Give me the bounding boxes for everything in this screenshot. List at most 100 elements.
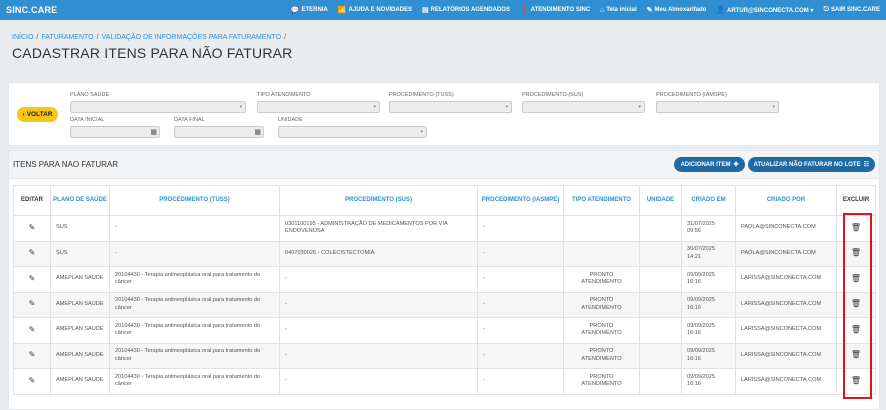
trash-icon[interactable]: 🗑 <box>851 274 861 283</box>
topnav-item-4[interactable]: ⌂ Tela inicial <box>600 7 636 14</box>
cell-tipo: PRONTO ATENDIMENTO <box>563 266 640 293</box>
tipo-atendimento-select[interactable]: ▾ <box>257 101 380 113</box>
cell-criado-por: LARISSA@SINCONECTA.COM <box>735 368 837 395</box>
topnav-item-6[interactable]: 👤 ARTUR@SINCONECTA.COM ▾ <box>716 6 813 14</box>
table-row: ✎ SUS -0301100195 - ADMINISTRAÇÃO DE MEDIC… <box>13 215 876 242</box>
add-item-label: ADICIONAR ITEM <box>680 161 731 168</box>
plano-saude-select[interactable]: ▾ <box>70 101 246 113</box>
cell-criado-por: LARISSA@SINCONECTA.COM <box>735 317 837 344</box>
edit-icon: ✎ <box>646 7 653 14</box>
topnav-item-3[interactable]: ❓ ATENDIMENTO SINC <box>520 6 590 14</box>
col-criado-em[interactable]: CRIADO EM <box>681 185 736 216</box>
data-final-label: DATA FINAL <box>174 117 205 123</box>
topnav-label: ETERNIA <box>301 7 328 13</box>
data-final-input[interactable]: ▦ <box>174 126 264 138</box>
trash-icon[interactable]: 🗑 <box>851 325 861 334</box>
cell-tipo <box>563 215 640 242</box>
topnav-item-7[interactable]: ⎋ SAIR SINC.CARE <box>823 6 880 14</box>
topnav-item-1[interactable]: 📶 AJUDA E NOVIDADES <box>338 6 412 14</box>
cell-tuss: 20104430 - Terapia antineoplásica oral p… <box>109 368 280 395</box>
pencil-icon[interactable]: ✎ <box>29 376 36 385</box>
trash-icon[interactable]: 🗑 <box>851 299 861 308</box>
top-navigation: 💬 ETERNIA 📶 AJUDA E NOVIDADES ▤ RELATÓRIOS AG… <box>291 6 880 14</box>
col-tuss[interactable]: PROCEDIMENTO (TUSS) <box>109 185 280 216</box>
cell-iamspe: - <box>477 368 564 395</box>
trash-icon[interactable]: 🗑 <box>851 223 861 232</box>
delete-cell: 🗑 <box>836 342 876 369</box>
chevron-left-icon: ‹ <box>22 111 25 118</box>
data-inicial-input[interactable]: ▦ <box>70 126 160 138</box>
pencil-icon[interactable]: ✎ <box>29 274 36 283</box>
items-panel-header: ITENS PARA NAO FATURAR ADICIONAR ITEM ✚ A… <box>9 151 879 179</box>
user-icon: 👤 <box>716 7 726 14</box>
topnav-item-5[interactable]: ✎ Meu Almoxarifado <box>647 6 707 14</box>
voltar-button[interactable]: ‹ VOLTAR <box>17 107 58 122</box>
col-iamspe[interactable]: PROCEDIMENTO (IASMPE) <box>477 185 564 216</box>
topnav-item-0[interactable]: 💬 ETERNIA <box>291 6 328 14</box>
data-inicial-label: DATA INICIAL <box>70 117 105 123</box>
cell-iamspe: - <box>477 317 564 344</box>
edit-cell: ✎ <box>13 317 51 344</box>
cell-tipo <box>563 240 640 267</box>
update-batch-label: ATUALIZAR NÃO FATURAR NO LOTE <box>753 161 861 168</box>
pencil-icon[interactable]: ✎ <box>29 223 36 232</box>
add-item-button[interactable]: ADICIONAR ITEM ✚ <box>674 157 745 172</box>
cell-iamspe: - <box>477 342 564 369</box>
cell-criado-em: 09/09/2025 16:16 <box>681 291 736 318</box>
tipo-atendimento-label: TIPO ATENDIMENTO <box>257 92 311 98</box>
col-tipo[interactable]: TIPO ATENDIMENTO <box>563 185 640 216</box>
cell-unidade <box>639 240 682 267</box>
topnav-item-2[interactable]: ▤ RELATÓRIOS AGENDADOS <box>422 6 510 14</box>
cell-plano: AMEPLAN SAUDE <box>50 342 110 369</box>
proc-sus-select[interactable]: ▾ <box>522 101 645 113</box>
pencil-icon[interactable]: ✎ <box>29 350 36 359</box>
pencil-icon[interactable]: ✎ <box>29 325 36 334</box>
update-batch-button[interactable]: ATUALIZAR NÃO FATURAR NO LOTE ☷ <box>747 157 875 172</box>
unidade-select[interactable]: ▾ <box>278 126 427 138</box>
col-editar: EDITAR <box>13 185 51 216</box>
table-row: ✎ AMEPLAN SAUDE 20104430 - Terapia antineo… <box>13 368 876 395</box>
topnav-label: ATENDIMENTO SINC <box>530 7 591 13</box>
cell-tuss: - <box>109 240 280 267</box>
trash-icon[interactable]: 🗑 <box>851 376 861 385</box>
topnav-label: Tela inicial <box>606 7 637 13</box>
col-unidade[interactable]: UNIDADE <box>639 185 682 216</box>
cell-iamspe: - <box>477 266 564 293</box>
pencil-icon[interactable]: ✎ <box>29 248 36 257</box>
rss-icon: 📶 <box>337 7 347 14</box>
page-header: INÍCIO / FATURAMENTO / VALIDAÇÃO DE INFORM… <box>0 20 886 61</box>
items-panel-title: ITENS PARA NAO FATURAR <box>13 160 119 169</box>
proc-iamspe-label: PROCEDIMENTO (IAMSPE) <box>656 92 727 98</box>
brand-logo[interactable]: SINC.CARE <box>6 5 57 15</box>
delete-cell: 🗑 <box>836 317 876 344</box>
edit-cell: ✎ <box>13 215 51 242</box>
trash-icon[interactable]: 🗑 <box>851 248 861 257</box>
breadcrumb-validacao[interactable]: VALIDAÇÃO DE INFORMAÇÕES PARA FATURAMENT… <box>102 34 282 41</box>
col-sus[interactable]: PROCEDIMENTO (SUS) <box>279 185 478 216</box>
breadcrumb-faturamento[interactable]: FATURAMENTO <box>41 34 93 41</box>
table-header-row: EDITAR PLANO DE SAÚDE PROCEDIMENTO (TUSS… <box>13 185 876 216</box>
cell-sus: 0407030026 - COLECISTECTOMIA <box>279 240 478 267</box>
logout-icon: ⎋ <box>823 6 829 13</box>
unidade-label: UNIDADE <box>278 117 303 123</box>
topnav-label: SAIR SINC.CARE <box>830 7 880 13</box>
pencil-icon[interactable]: ✎ <box>29 299 36 308</box>
proc-iamspe-select[interactable]: ▾ <box>656 101 779 113</box>
proc-sus-label: PROCEDIMENTO (SUS) <box>522 92 584 98</box>
cell-unidade <box>639 342 682 369</box>
cell-tuss: - <box>109 215 280 242</box>
cell-tuss: 20104430 - Terapia antineoplásica oral p… <box>109 291 280 318</box>
col-plano[interactable]: PLANO DE SAÚDE <box>50 185 110 216</box>
edit-cell: ✎ <box>13 368 51 395</box>
trash-icon[interactable]: 🗑 <box>851 350 861 359</box>
cell-plano: SUS <box>50 215 110 242</box>
breadcrumb-inicio[interactable]: INÍCIO <box>12 34 33 41</box>
cell-unidade <box>639 317 682 344</box>
cell-tuss: 20104430 - Terapia antineoplásica oral p… <box>109 266 280 293</box>
cell-tipo: PRONTO ATENDIMENTO <box>563 291 640 318</box>
col-criado-por[interactable]: CRIADO POR <box>735 185 837 216</box>
cell-unidade <box>639 291 682 318</box>
calendar-icon[interactable]: ▦ <box>150 128 157 136</box>
calendar-icon[interactable]: ▦ <box>254 128 261 136</box>
proc-tuss-select[interactable]: ▾ <box>389 101 512 113</box>
